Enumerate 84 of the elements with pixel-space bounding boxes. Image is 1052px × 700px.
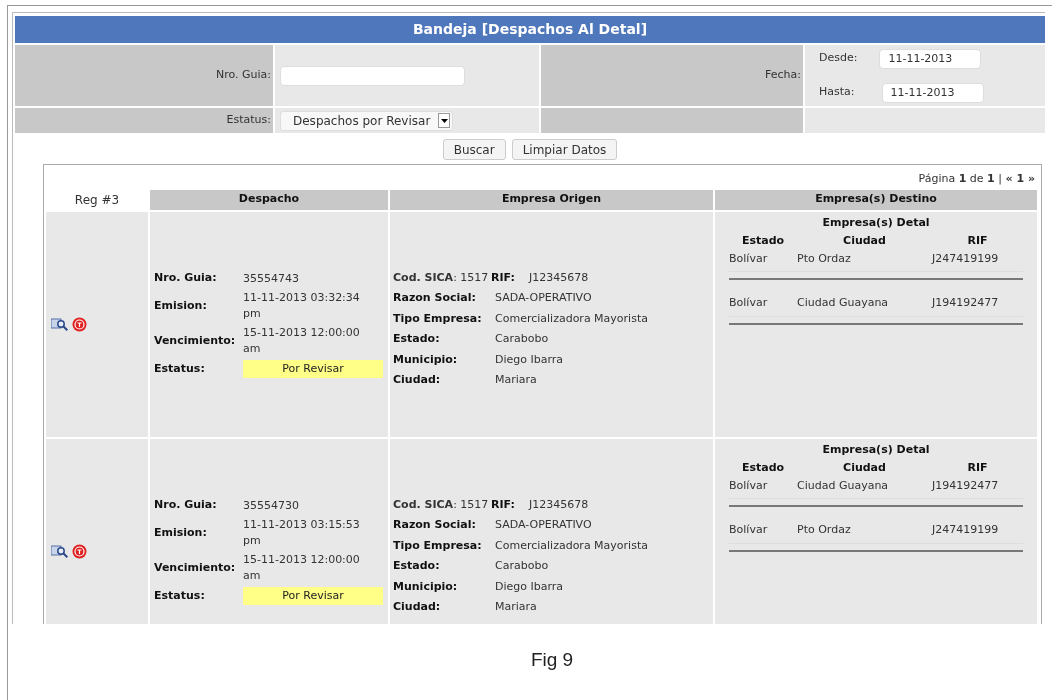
table-cell: J247419199 — [932, 251, 999, 265]
subtable-title: Empresa(s) Detal — [822, 214, 930, 231]
field-value: 35554730 — [243, 497, 300, 514]
magnifier-icon[interactable] — [51, 544, 68, 558]
table-cell: J194192477 — [932, 296, 999, 309]
field-value: J12345678 — [529, 496, 589, 513]
column-header: Estado — [741, 233, 785, 249]
field-label: Municipio: — [393, 578, 459, 595]
status-dropdown[interactable]: Despachos por Revisar — [280, 110, 454, 131]
column-header: Despacho — [150, 189, 388, 210]
field-value: Mariara — [495, 372, 537, 388]
table-cell: Pto Ordaz — [797, 251, 851, 265]
column-header: Estado — [741, 460, 785, 476]
caret-icon — [438, 113, 451, 128]
field-label: RIF: — [491, 269, 516, 286]
field-label: Nro. Guia: — [154, 270, 218, 287]
field-label: Vencimiento: — [154, 559, 237, 576]
date-input[interactable]: 11-11-2013 — [881, 82, 984, 103]
status-badge: Por Revisar — [243, 359, 383, 378]
column-header: Ciudad — [843, 460, 886, 476]
field-value: Carabobo — [495, 558, 549, 574]
field-value: J12345678 — [529, 269, 589, 286]
field-value: 15-11-2013 12:00:00 am — [243, 551, 361, 584]
field-value: Carabobo — [495, 331, 549, 347]
field-value: 11-11-2013 03:15:53 pm — [243, 516, 361, 549]
field-value: Diego Ibarra — [495, 578, 564, 595]
field-label: Nro. Guia: — [215, 67, 271, 84]
guia-input[interactable] — [280, 65, 465, 86]
field-value: Comercializadora Mayorista — [495, 537, 648, 554]
circle-icon[interactable] — [72, 316, 87, 332]
table-cell: Bolívar — [729, 296, 768, 309]
column-header: Empresa Origen — [390, 189, 713, 210]
field-value: Mariara — [495, 599, 537, 615]
field-label: Cod. SICA: 1517 — [393, 496, 490, 513]
field-label: Estado: — [393, 558, 441, 574]
field-value: 11-11-2013 03:32:34 pm — [243, 289, 361, 322]
field-label: Vencimiento: — [154, 332, 237, 349]
column-header: RIF — [967, 460, 988, 476]
field-label: Estatus: — [154, 360, 206, 377]
table-cell: Bolívar — [729, 478, 768, 492]
field-label: Estatus: — [154, 587, 206, 604]
table-cell: Pto Ordaz — [797, 523, 851, 536]
status-badge: Por Revisar — [243, 586, 383, 605]
field-label: Estatus: — [226, 112, 271, 129]
table-cell: J194192477 — [932, 478, 999, 492]
field-value: 35554743 — [243, 270, 300, 287]
field-value: SADA-OPERATIVO — [495, 290, 592, 306]
column-header: Ciudad — [843, 233, 886, 249]
date-input[interactable]: 11-11-2013 — [879, 48, 982, 69]
field-label: Emision: — [154, 297, 208, 314]
field-label: Hasta: — [819, 84, 855, 101]
field-label: Estado: — [393, 331, 441, 347]
field-value: 15-11-2013 12:00:00 am — [243, 324, 361, 357]
column-header: Empresa(s) Destino — [715, 189, 1037, 210]
column-header: RIF — [967, 233, 988, 249]
field-label: Razon Social: — [393, 290, 477, 306]
field-label: Tipo Empresa: — [393, 537, 483, 554]
table-cell: Ciudad Guayana — [797, 296, 889, 309]
field-value: Diego Ibarra — [495, 351, 564, 368]
field-label: Cod. SICA: 1517 — [393, 269, 490, 286]
field-label: Fecha: — [765, 67, 801, 84]
field-value: Comercializadora Mayorista — [495, 310, 648, 327]
field-label: Nro. Guia: — [154, 497, 218, 514]
field-label: Tipo Empresa: — [393, 310, 483, 327]
clear-button[interactable]: Limpiar Datos — [511, 139, 618, 160]
field-label: Ciudad: — [393, 372, 442, 388]
field-label: Razon Social: — [393, 517, 477, 533]
table-cell: Bolívar — [729, 523, 768, 536]
table-cell: Ciudad Guayana — [797, 478, 889, 492]
pagination-text: Página 1 de 1 | « 1 » — [918, 171, 1035, 187]
page-title: Bandeja [Despachos Al Detal] — [15, 16, 1045, 43]
circle-icon[interactable] — [72, 543, 87, 559]
field-label: Municipio: — [393, 351, 459, 368]
field-label: Emision: — [154, 524, 208, 541]
field-label: Ciudad: — [393, 599, 442, 615]
figure-caption: Fig 9 — [530, 648, 574, 672]
search-button[interactable]: Buscar — [442, 139, 506, 160]
field-value: SADA-OPERATIVO — [495, 517, 592, 533]
table-cell: Bolívar — [729, 251, 768, 265]
field-label: Desde: — [819, 50, 858, 67]
magnifier-icon[interactable] — [51, 317, 68, 331]
field-label: RIF: — [491, 496, 516, 513]
subtable-title: Empresa(s) Detal — [822, 441, 930, 458]
table-cell: J247419199 — [932, 523, 999, 536]
